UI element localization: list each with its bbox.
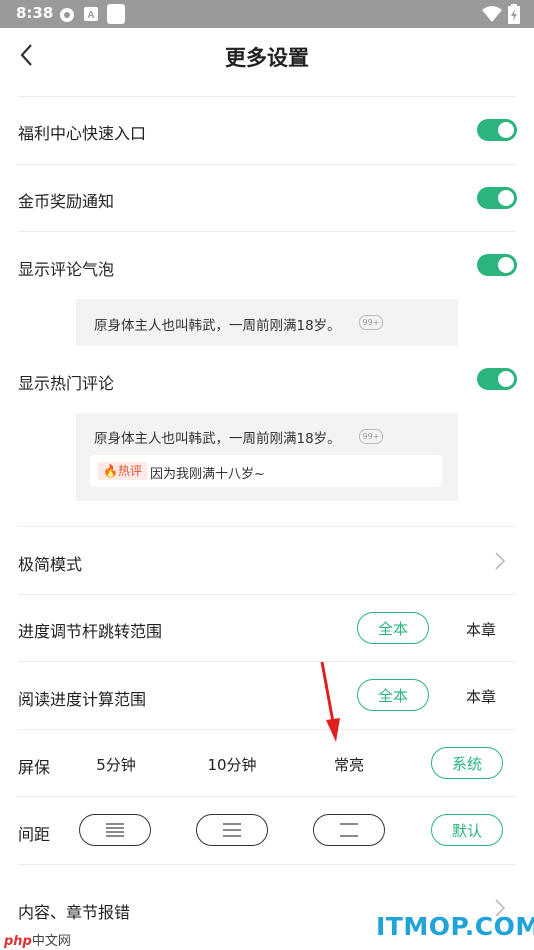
spacing-loose-icon — [340, 823, 358, 837]
divider — [18, 796, 516, 797]
hot-tag-label: 热评 — [117, 464, 142, 478]
hot-comment-card: 🔥热评 因为我刚满十八岁~ — [90, 455, 442, 487]
blank-square-icon — [107, 4, 125, 24]
spacing-compact-option[interactable] — [79, 814, 151, 846]
header: 更多设置 — [0, 28, 534, 96]
svg-text:A: A — [87, 10, 94, 21]
spacing-medium-option[interactable] — [196, 814, 268, 846]
itmop-watermark: ITMOP.COM — [376, 912, 534, 941]
divider — [18, 661, 516, 662]
fire-icon: 🔥 — [103, 464, 118, 478]
php-watermark-text: 中文网 — [31, 934, 71, 949]
toggle-knob — [498, 257, 514, 273]
reading-range-label: 阅读进度计算范围 — [18, 690, 147, 709]
divider — [18, 594, 516, 595]
reading-range-option-full[interactable]: 全本 — [357, 679, 429, 711]
progress-range-option-full[interactable]: 全本 — [357, 612, 429, 644]
progress-range-option-chapter[interactable]: 本章 — [445, 619, 517, 640]
hot-comment-preview: 原身体主人也叫韩武，一周前刚满18岁。 99+ 🔥热评 因为我刚满十八岁~ — [76, 413, 458, 501]
divider — [18, 96, 516, 97]
hot-comment-toggle[interactable] — [477, 368, 517, 390]
comment-bubble-toggle[interactable] — [477, 254, 517, 276]
comment-bubble-preview: 原身体主人也叫韩武，一周前刚满18岁。 99+ — [76, 299, 458, 346]
hot-comment-label: 显示热门评论 — [18, 374, 115, 393]
toggle-knob — [498, 122, 514, 138]
wifi-icon — [482, 6, 502, 22]
spacing-default-option[interactable]: 默认 — [431, 814, 503, 846]
settings-gear-icon — [60, 8, 74, 22]
red-arrow-annotation — [320, 661, 340, 742]
preview-text: 原身体主人也叫韩武，一周前刚满18岁。 — [94, 431, 341, 447]
hot-comment-text: 因为我刚满十八岁~ — [150, 467, 265, 482]
simple-mode-row[interactable]: 极简模式 — [0, 527, 534, 593]
battery-icon — [508, 4, 520, 24]
comment-bubble-label: 显示评论气泡 — [18, 260, 115, 279]
spacing-label: 间距 — [18, 825, 51, 844]
php-logo: php — [4, 934, 32, 949]
screensaver-option-always-on[interactable]: 常亮 — [313, 754, 385, 775]
toggle-knob — [498, 371, 514, 387]
screensaver-option-10min[interactable]: 10分钟 — [196, 754, 268, 775]
report-error-label: 内容、章节报错 — [18, 903, 131, 922]
welfare-center-label: 福利中心快速入口 — [18, 124, 147, 143]
comment-bubble-icon: 99+ — [359, 429, 383, 444]
preview-text: 原身体主人也叫韩武，一周前刚满18岁。 — [94, 318, 341, 334]
hot-comment-badge: 🔥热评 — [98, 462, 147, 480]
spacing-medium-icon — [223, 823, 241, 837]
progress-range-label: 进度调节杆跳转范围 — [18, 622, 163, 641]
spacing-loose-option[interactable] — [313, 814, 385, 846]
chevron-right-icon — [495, 552, 506, 570]
coin-reward-toggle[interactable] — [477, 187, 517, 209]
screensaver-option-5min[interactable]: 5分钟 — [80, 754, 152, 775]
page-title: 更多设置 — [225, 46, 309, 70]
welfare-center-toggle[interactable] — [477, 119, 517, 141]
comment-bubble-icon: 99+ — [359, 315, 383, 330]
spacing-compact-icon — [106, 823, 124, 837]
status-bar: 8:38 A — [0, 0, 534, 28]
divider — [18, 164, 516, 165]
screensaver-label: 屏保 — [18, 758, 51, 777]
status-time: 8:38 — [16, 4, 54, 22]
php-watermark: php中文网 — [4, 930, 71, 949]
divider — [18, 231, 516, 232]
divider — [18, 729, 516, 730]
toggle-knob — [498, 190, 514, 206]
a-square-icon: A — [84, 7, 98, 21]
simple-mode-label: 极简模式 — [18, 555, 83, 574]
coin-reward-label: 金币奖励通知 — [18, 192, 115, 211]
screensaver-option-system[interactable]: 系统 — [431, 747, 503, 779]
reading-range-option-chapter[interactable]: 本章 — [445, 686, 517, 707]
